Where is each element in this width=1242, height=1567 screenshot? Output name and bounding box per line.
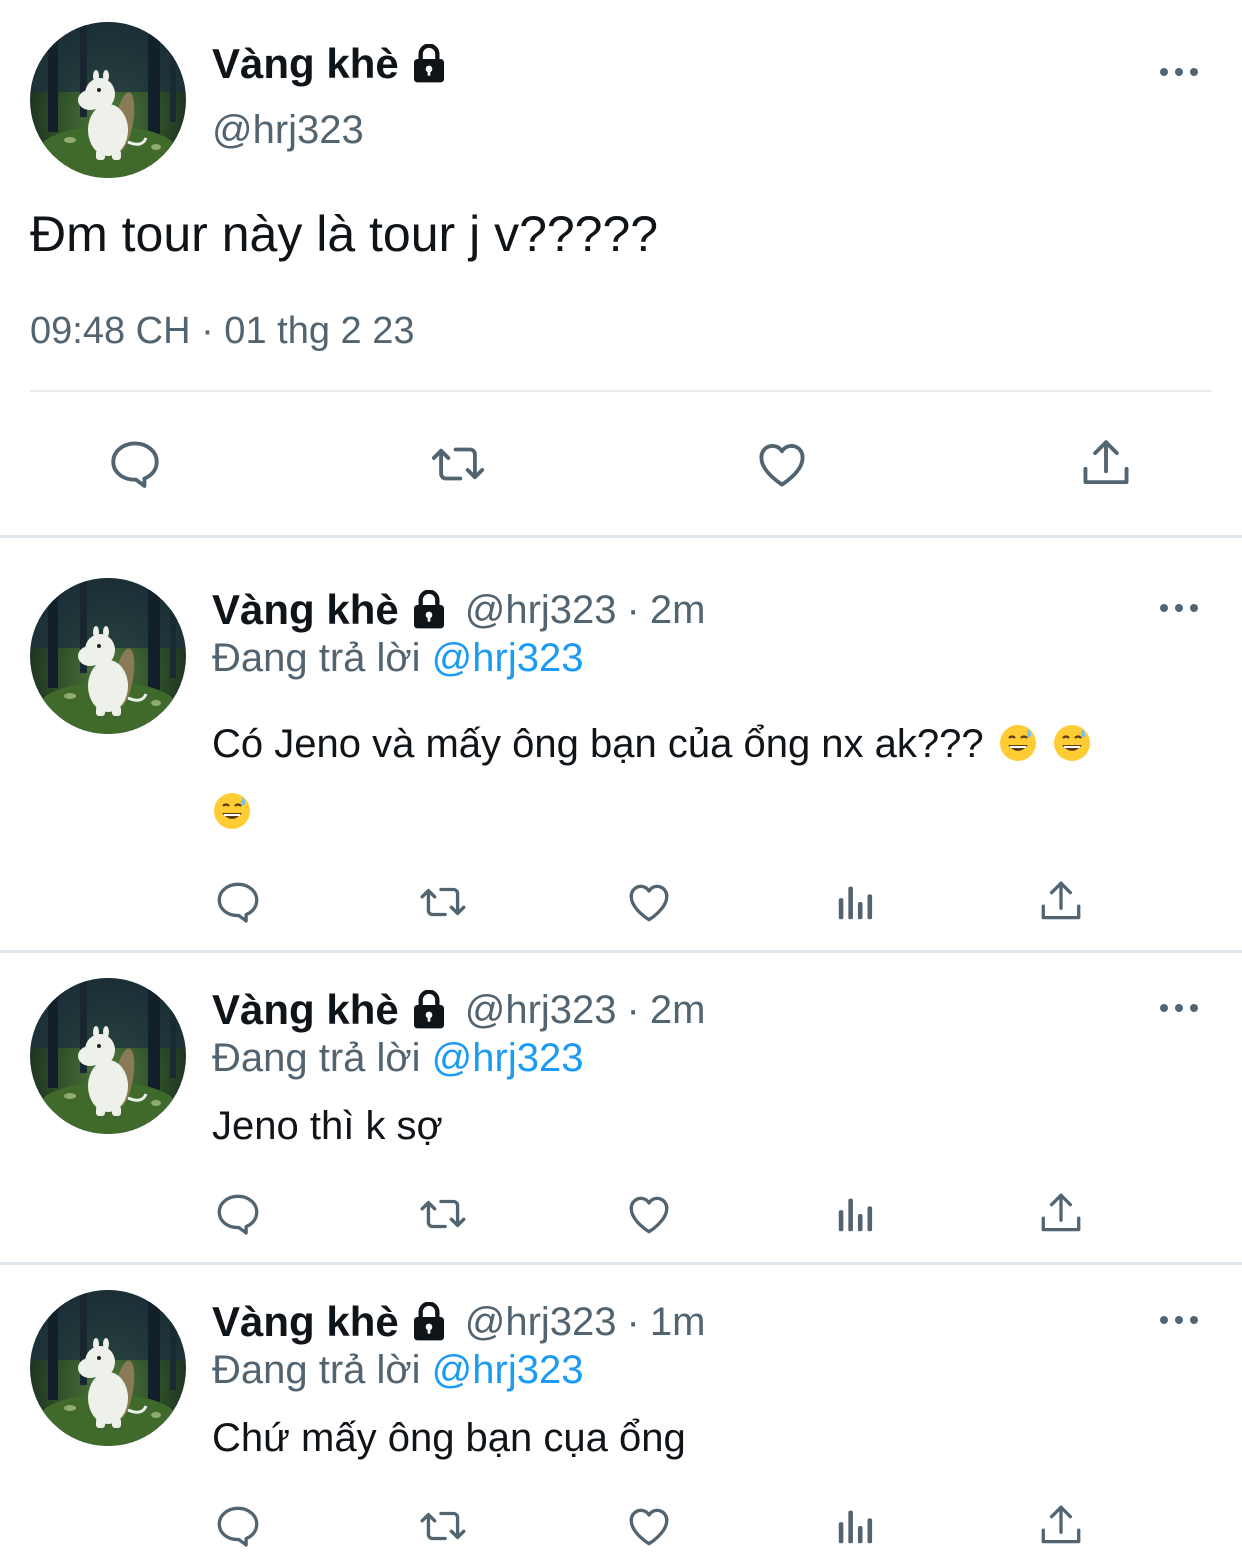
mention-link[interactable]: @hrj323 <box>432 1036 584 1080</box>
views-icon[interactable] <box>828 1498 884 1554</box>
lock-icon <box>409 1302 449 1342</box>
mention-link[interactable]: @hrj323 <box>432 1348 584 1392</box>
avatar[interactable] <box>30 978 186 1134</box>
author-handle[interactable]: @hrj323 <box>465 588 617 632</box>
replying-to: Đang trả lời @hrj323 <box>212 632 583 684</box>
replying-to: Đang trả lời @hrj323 <box>212 1032 583 1084</box>
relative-time[interactable]: 2m <box>650 988 706 1032</box>
retweet-icon[interactable] <box>415 874 471 930</box>
like-icon[interactable] <box>621 1498 677 1554</box>
replying-to-label: Đang trả lời <box>212 1348 421 1392</box>
grinning-sweat-emoji <box>1052 723 1092 763</box>
tweet-timestamp[interactable]: 09:48 CH · 01 thg 2 23 <box>30 306 414 356</box>
lock-icon <box>409 590 449 630</box>
reply-author-row: Vàng khè @hrj323 · 2m <box>212 982 705 1038</box>
separator: · <box>626 987 640 1032</box>
reply-text: Chứ mấy ông bạn cụa ổng <box>212 1416 686 1460</box>
avatar[interactable] <box>30 22 186 178</box>
author-row: Vàng khè <box>212 38 449 90</box>
reply-meta: @hrj323 · 2m <box>465 988 706 1033</box>
views-icon[interactable] <box>828 1186 884 1242</box>
reply-text-content: Có Jeno và mấy ông bạn của ổng nx ak??? <box>212 722 984 766</box>
section-divider <box>0 535 1242 538</box>
share-icon[interactable] <box>1033 874 1089 930</box>
divider <box>30 390 1212 392</box>
more-horizontal-icon[interactable] <box>1159 1000 1199 1016</box>
author-handle[interactable]: @hrj323 <box>212 104 364 156</box>
views-icon[interactable] <box>828 874 884 930</box>
more-horizontal-icon[interactable] <box>1159 600 1199 616</box>
share-icon[interactable] <box>1074 432 1138 496</box>
reply-text: Jeno thì k sợ <box>212 1104 443 1148</box>
relative-time[interactable]: 2m <box>650 588 706 632</box>
reply-icon[interactable] <box>210 1186 266 1242</box>
reply-icon[interactable] <box>210 874 266 930</box>
like-icon[interactable] <box>750 432 814 496</box>
display-name[interactable]: Vàng khè <box>212 586 399 634</box>
display-name[interactable]: Vàng khè <box>212 1298 399 1346</box>
section-divider <box>0 950 1242 953</box>
lock-icon <box>409 44 449 84</box>
replying-to: Đang trả lời @hrj323 <box>212 1344 583 1396</box>
author-handle[interactable]: @hrj323 <box>465 1300 617 1344</box>
more-horizontal-icon[interactable] <box>1159 1312 1199 1328</box>
retweet-icon[interactable] <box>415 1498 471 1554</box>
relative-time[interactable]: 1m <box>650 1300 706 1344</box>
display-name[interactable]: Vàng khè <box>212 986 399 1034</box>
separator: · <box>626 587 640 632</box>
separator: · <box>626 1299 640 1344</box>
main-tweet: Vàng khè @hrj323 Đm tour này là tour j v… <box>0 0 1242 535</box>
like-icon[interactable] <box>621 874 677 930</box>
replying-to-label: Đang trả lời <box>212 1036 421 1080</box>
reply-tweet[interactable]: Vàng khè @hrj323 · 2m Đang trả lời @hrj323… <box>0 578 1242 950</box>
like-icon[interactable] <box>621 1186 677 1242</box>
tweet-text: Đm tour này là tour j v????? <box>30 206 659 262</box>
more-horizontal-icon[interactable] <box>1159 64 1199 80</box>
reply-tweet[interactable]: Vàng khè @hrj323 · 2m Đang trả lời @hrj323… <box>0 978 1242 1262</box>
retweet-icon[interactable] <box>426 432 490 496</box>
reply-icon[interactable] <box>103 432 167 496</box>
grinning-sweat-emoji <box>212 791 252 831</box>
reply-icon[interactable] <box>210 1498 266 1554</box>
avatar[interactable] <box>30 578 186 734</box>
lock-icon <box>409 990 449 1030</box>
reply-meta: @hrj323 · 1m <box>465 1300 706 1345</box>
section-divider <box>0 1262 1242 1265</box>
display-name[interactable]: Vàng khè <box>212 40 399 88</box>
mention-link[interactable]: @hrj323 <box>432 636 584 680</box>
reply-author-row: Vàng khè @hrj323 · 2m <box>212 582 705 638</box>
author-handle[interactable]: @hrj323 <box>465 988 617 1032</box>
reply-meta: @hrj323 · 2m <box>465 588 706 633</box>
reply-text: Có Jeno và mấy ông bạn của ổng nx ak??? <box>212 710 1202 846</box>
reply-tweet[interactable]: Vàng khè @hrj323 · 1m Đang trả lời @hrj323… <box>0 1290 1242 1567</box>
replying-to-label: Đang trả lời <box>212 636 421 680</box>
share-icon[interactable] <box>1033 1498 1089 1554</box>
avatar[interactable] <box>30 1290 186 1446</box>
retweet-icon[interactable] <box>415 1186 471 1242</box>
grinning-sweat-emoji <box>998 723 1038 763</box>
share-icon[interactable] <box>1033 1186 1089 1242</box>
reply-author-row: Vàng khè @hrj323 · 1m <box>212 1294 705 1350</box>
